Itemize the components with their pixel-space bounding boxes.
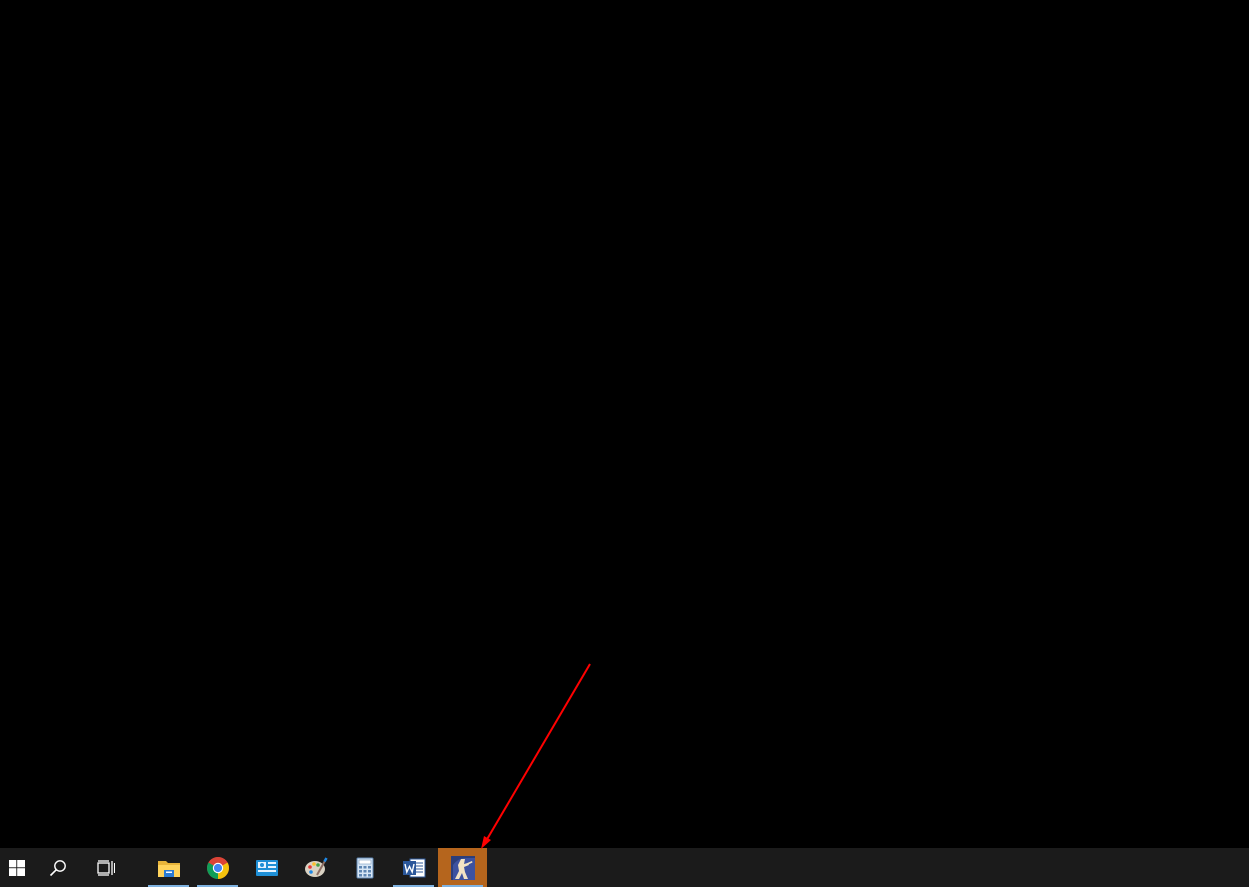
control-panel-icon [255, 859, 278, 876]
task-view-button[interactable] [82, 848, 130, 887]
task-view-icon [97, 859, 115, 876]
control-panel-taskbar-button[interactable] [242, 848, 291, 887]
windows-logo-icon [9, 859, 25, 876]
calculator-taskbar-button[interactable] [340, 848, 389, 887]
folder-icon [157, 860, 180, 877]
word-icon [402, 858, 425, 877]
paint-taskbar-button[interactable] [291, 848, 340, 887]
google-chrome-taskbar-button[interactable] [193, 848, 242, 887]
desktop-background [0, 0, 1249, 848]
chrome-icon [206, 856, 229, 879]
search-icon [49, 859, 66, 876]
counter-strike-icon [450, 855, 475, 880]
taskbar [0, 848, 1249, 887]
search-button[interactable] [34, 848, 82, 887]
counter-strike-taskbar-button[interactable] [438, 848, 487, 887]
paint-palette-icon [304, 856, 328, 877]
start-button[interactable] [0, 848, 34, 887]
file-explorer-taskbar-button[interactable] [144, 848, 193, 887]
microsoft-word-taskbar-button[interactable] [389, 848, 438, 887]
calculator-icon [356, 857, 373, 878]
